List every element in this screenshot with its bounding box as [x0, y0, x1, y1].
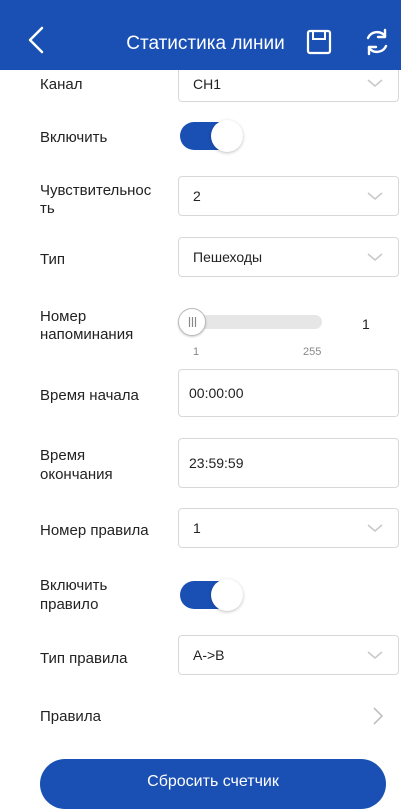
enable-label: Включить — [40, 129, 108, 146]
slider-max-label: 255 — [303, 346, 322, 358]
type-label: Тип — [40, 251, 66, 268]
channel-label: Канал — [40, 76, 83, 93]
chevron-down-icon — [367, 192, 383, 200]
sensitivity-label-line1: Чувствительнос — [40, 182, 152, 199]
rule-number-label: Номер правила — [40, 522, 149, 539]
chevron-down-icon — [367, 651, 383, 659]
chevron-down-icon — [367, 253, 383, 261]
reset-counter-button[interactable]: Сбросить счетчик — [40, 759, 386, 809]
enable-rule-toggle[interactable] — [180, 579, 243, 611]
grip-icon — [188, 317, 197, 327]
reminder-label-line1: Номер — [40, 308, 87, 325]
rules-link[interactable]: Правила — [40, 707, 101, 726]
enable-rule-label-line2: правило — [40, 596, 99, 613]
slider-min-label: 1 — [193, 346, 200, 358]
reminder-slider[interactable] — [178, 308, 328, 336]
enable-rule-label-line1: Включить — [40, 577, 108, 594]
slider-value: 1 — [362, 316, 370, 332]
save-icon[interactable] — [305, 28, 333, 56]
end-time-label-line1: Время — [40, 447, 86, 464]
refresh-icon[interactable] — [362, 27, 392, 57]
chevron-right-icon[interactable] — [372, 706, 384, 726]
start-time-field[interactable]: 00:00:00 — [178, 369, 399, 417]
chevron-down-icon — [367, 79, 383, 87]
rule-number-value: 1 — [193, 520, 201, 536]
end-time-field[interactable]: 23:59:59 — [178, 438, 399, 488]
slider-rail — [192, 315, 322, 329]
enable-toggle[interactable] — [180, 120, 243, 152]
reminder-label-line2: напоминания — [40, 326, 134, 343]
type-value: Пешеходы — [193, 249, 263, 265]
end-time-value: 23:59:59 — [189, 455, 244, 471]
rule-type-value: A->B — [193, 647, 225, 663]
toggle-knob — [211, 579, 243, 611]
start-time-label: Время начала — [40, 387, 139, 404]
page-title: Статистика линии — [126, 33, 285, 54]
start-time-value: 00:00:00 — [189, 385, 244, 401]
sensitivity-label-line2: ть — [40, 200, 55, 217]
channel-value: CH1 — [193, 76, 222, 92]
rule-type-label: Тип правила — [40, 650, 128, 667]
toggle-knob — [211, 120, 243, 152]
slider-thumb[interactable] — [178, 308, 206, 336]
rule-number-select[interactable]: 1 — [178, 508, 399, 548]
type-select[interactable]: Пешеходы — [178, 237, 399, 277]
chevron-down-icon — [367, 524, 383, 532]
end-time-label-line2: окончания — [40, 466, 113, 483]
sensitivity-value: 2 — [193, 188, 201, 204]
rule-type-select[interactable]: A->B — [178, 635, 399, 675]
channel-select[interactable]: CH1 — [178, 70, 399, 102]
sensitivity-select[interactable]: 2 — [178, 176, 399, 216]
app-header: Статистика линии — [0, 0, 401, 70]
